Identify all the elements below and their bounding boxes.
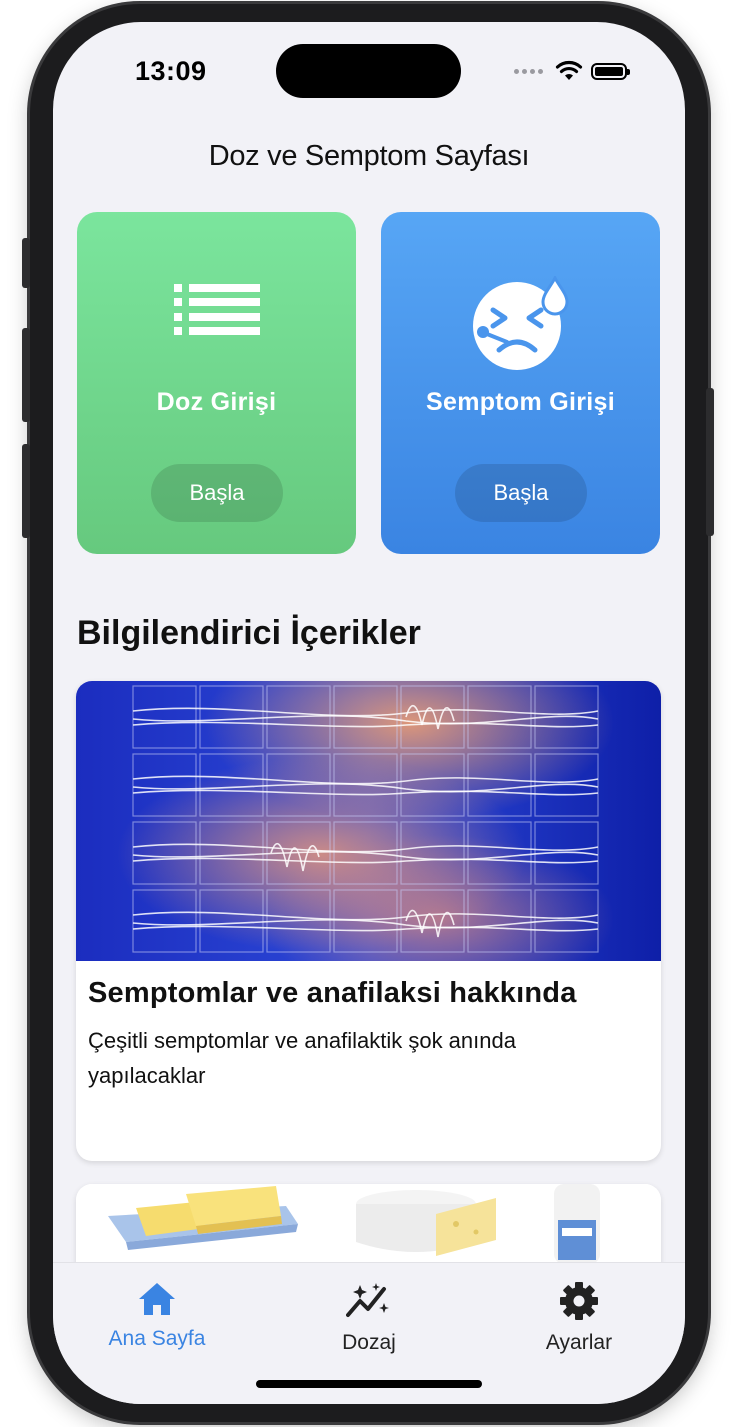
volume-down-button — [22, 444, 30, 538]
home-icon — [57, 1281, 257, 1317]
tab-dosage[interactable]: Dozaj — [269, 1263, 469, 1363]
tab-settings-label: Ayarlar — [545, 1331, 613, 1354]
chart-sparkle-icon — [269, 1281, 469, 1321]
tab-home[interactable]: Ana Sayfa — [57, 1263, 257, 1363]
battery-icon — [591, 62, 630, 80]
sick-face-icon — [381, 276, 660, 370]
dose-start-button[interactable]: Başla — [151, 464, 283, 522]
screen: 13:09 Doz ve Semptom Sayfası Doz Girişi — [53, 22, 685, 1404]
status-indicators — [514, 60, 630, 82]
tab-home-label: Ana Sayfa — [108, 1327, 206, 1350]
page-title: Doz ve Semptom Sayfası — [208, 140, 530, 172]
gear-icon — [479, 1281, 679, 1321]
symptom-entry-card[interactable]: Semptom Girişi Başla — [381, 212, 660, 554]
volume-up-button — [22, 328, 30, 422]
info-card-symptoms[interactable]: Semptomlar ve anafilaksi hakkında Çeşitl… — [76, 681, 661, 1161]
list-icon — [77, 284, 356, 374]
wifi-icon — [555, 60, 583, 80]
dynamic-island — [276, 44, 461, 98]
tab-dosage-label: Dozaj — [342, 1331, 396, 1354]
dose-entry-card[interactable]: Doz Girişi Başla — [77, 212, 356, 554]
symptom-entry-label: Semptom Girişi — [426, 388, 615, 416]
tab-settings[interactable]: Ayarlar — [479, 1263, 679, 1363]
dose-entry-label: Doz Girişi — [156, 388, 277, 416]
silent-switch — [22, 238, 30, 288]
waveform-grid-image — [76, 681, 661, 961]
power-button — [706, 388, 714, 536]
status-time: 13:09 — [135, 56, 207, 86]
section-title: Bilgilendirici İçerikler — [77, 614, 421, 652]
info-card-title: Semptomlar ve anafilaksi hakkında — [88, 977, 577, 1009]
home-indicator — [256, 1380, 482, 1388]
cellular-signal-icon — [514, 68, 543, 74]
info-card-description: Çeşitli semptomlar ve anafilaktik şok an… — [88, 1028, 516, 1088]
symptom-start-button[interactable]: Başla — [455, 464, 587, 522]
